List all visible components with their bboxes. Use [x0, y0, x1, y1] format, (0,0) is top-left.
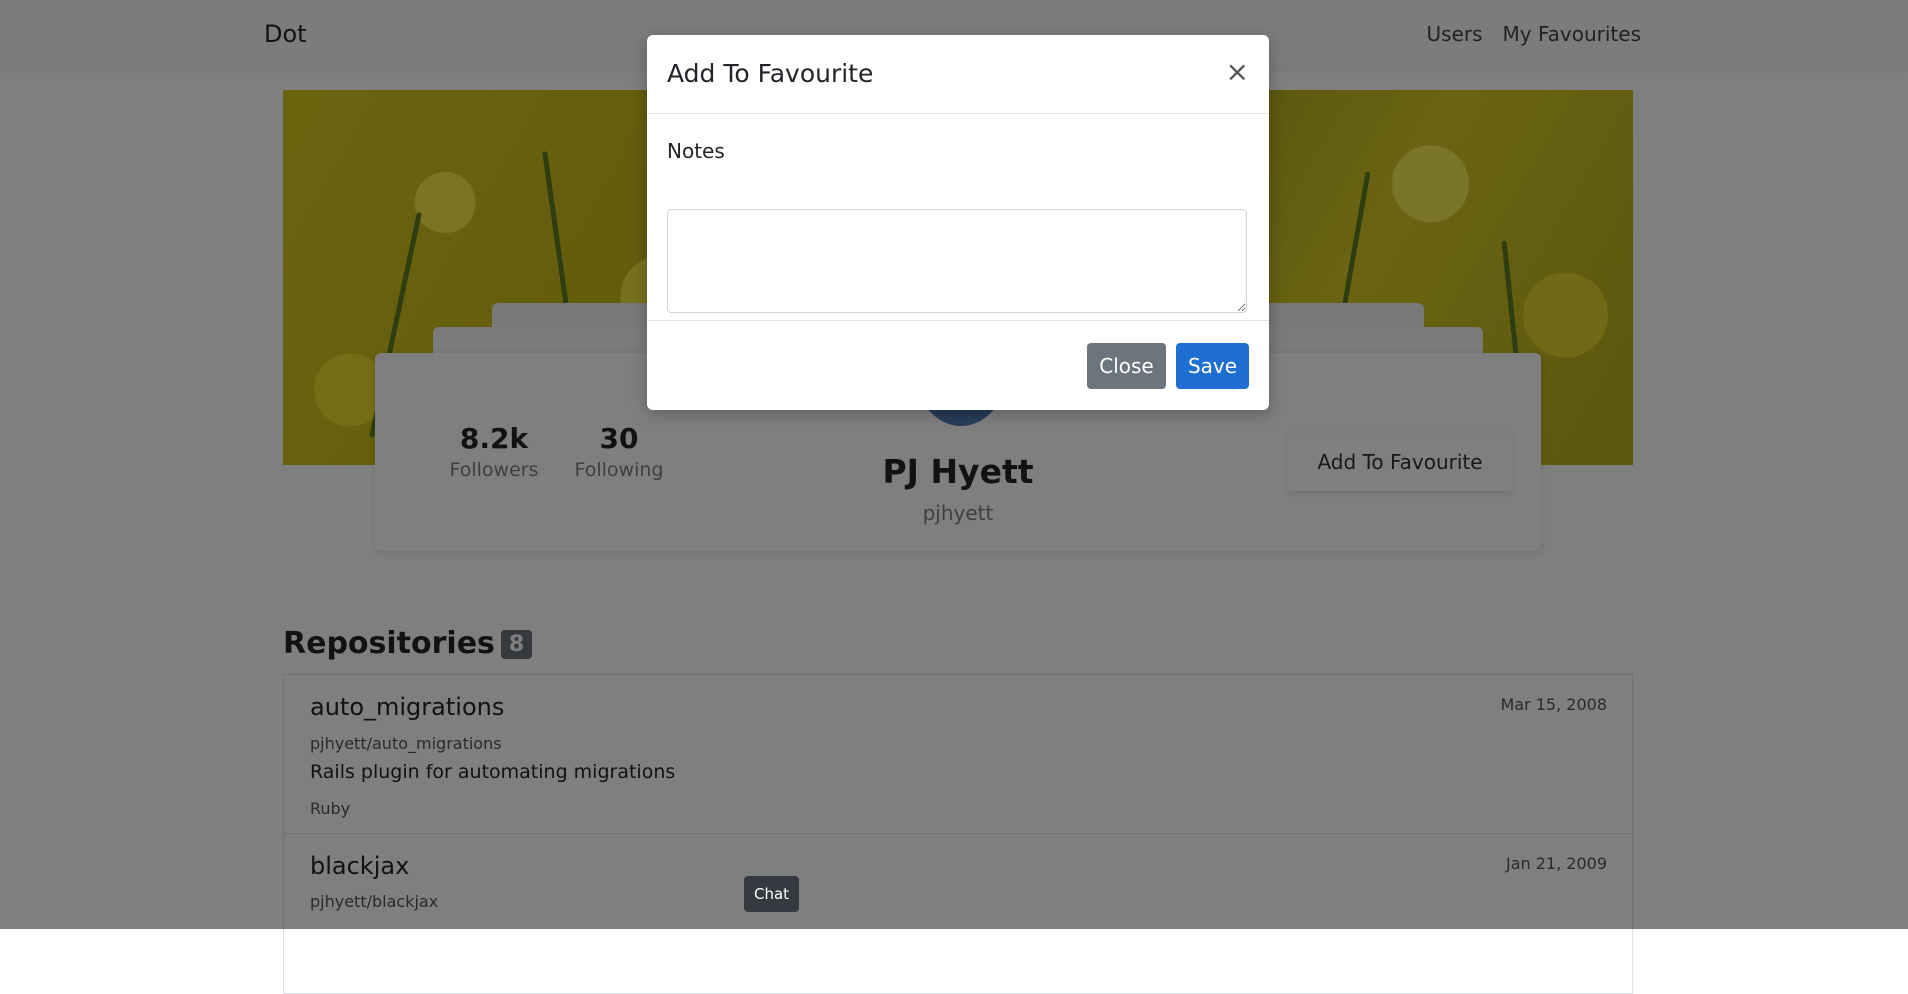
modal-body: Notes: [647, 114, 1269, 321]
close-button[interactable]: Close: [1087, 343, 1166, 389]
notes-input[interactable]: [667, 209, 1247, 313]
add-to-favourite-modal: Add To Favourite × Notes Close Save: [647, 35, 1269, 410]
close-icon[interactable]: ×: [1226, 55, 1249, 88]
chat-button[interactable]: Chat: [744, 876, 799, 912]
save-button[interactable]: Save: [1176, 343, 1249, 389]
modal-title: Add To Favourite: [667, 59, 874, 88]
notes-label: Notes: [667, 139, 725, 163]
modal-header: Add To Favourite ×: [647, 35, 1269, 114]
